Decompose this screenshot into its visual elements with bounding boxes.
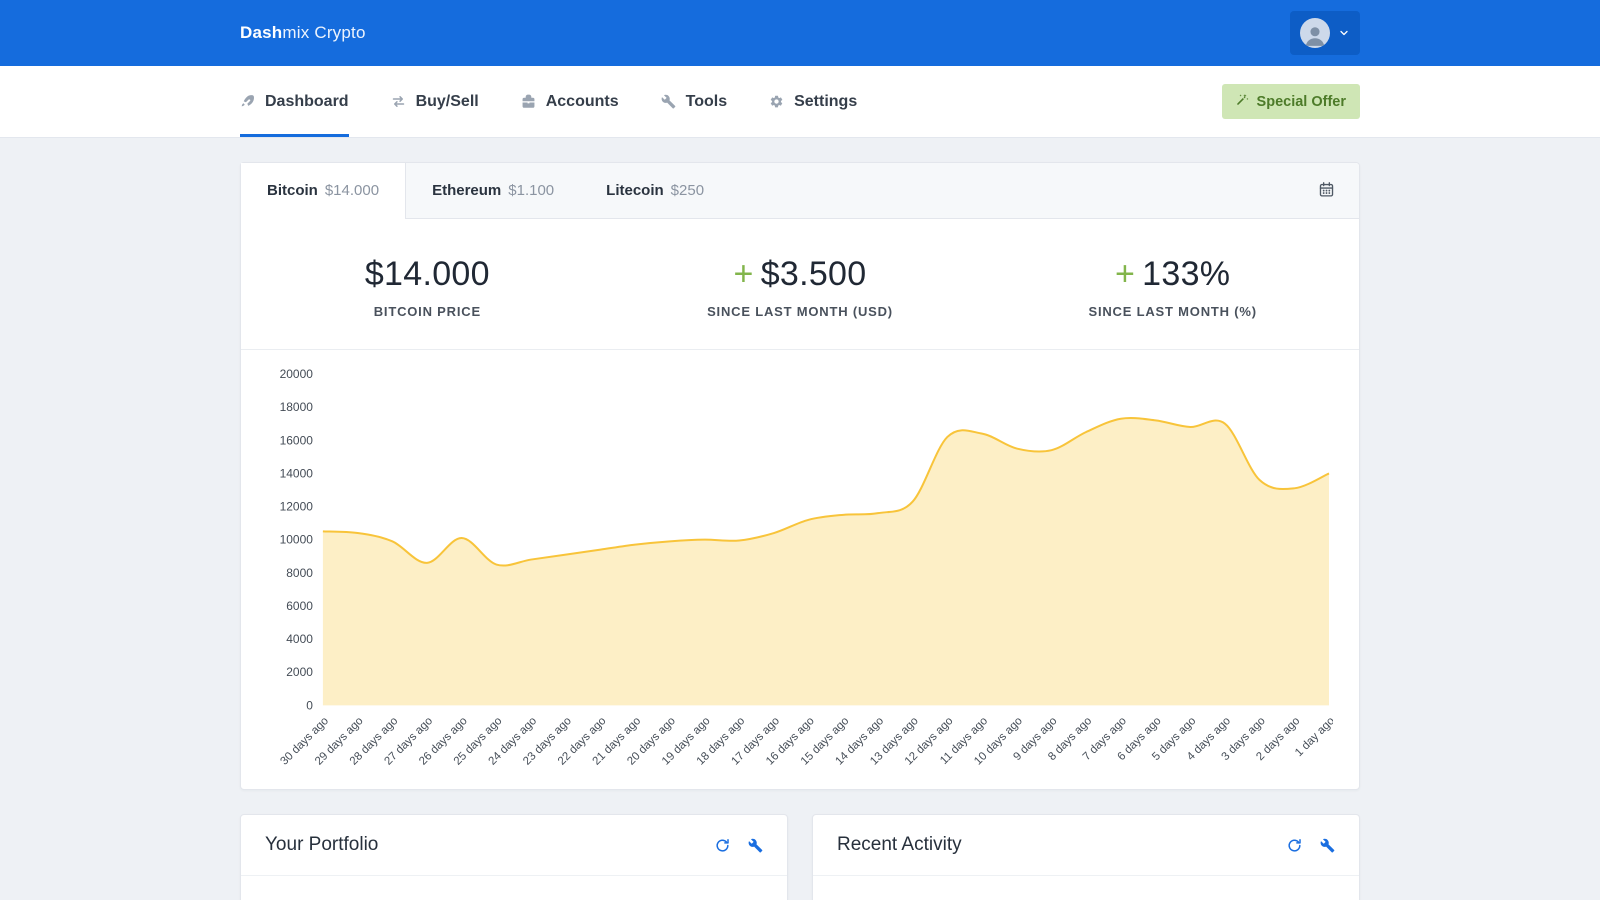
portfolio-panel-title: Your Portfolio	[265, 834, 378, 856]
nav-item-dashboard[interactable]: Dashboard	[240, 66, 349, 137]
briefcase-icon	[521, 94, 536, 109]
calendar-button[interactable]	[1294, 163, 1359, 218]
refresh-icon	[715, 838, 730, 853]
recent-activity-panel-title: Recent Activity	[837, 834, 962, 856]
avatar	[1300, 18, 1330, 48]
wrench-icon	[661, 94, 676, 109]
tab-bitcoin-price: $14.000	[325, 182, 379, 199]
svg-text:0: 0	[306, 698, 313, 712]
brand-bold: Dash	[240, 23, 282, 42]
svg-text:10000: 10000	[280, 533, 314, 547]
special-offer-button[interactable]: Special Offer	[1222, 84, 1360, 119]
stat-value: +$3.500	[614, 255, 987, 294]
market-card: Bitcoin $14.000 Ethereum $1.100 Litecoin…	[240, 162, 1360, 790]
nav-label-tools: Tools	[686, 93, 727, 111]
portfolio-panel-body	[241, 876, 787, 900]
stats-row: $14.000 BITCOIN PRICE +$3.500 SINCE LAST…	[241, 219, 1359, 350]
person-icon	[1302, 22, 1328, 48]
tab-ethereum-price: $1.100	[508, 182, 554, 199]
svg-text:20000: 20000	[280, 367, 314, 381]
brand-logo[interactable]: Dashmix Crypto	[240, 23, 366, 43]
stat-change-usd: +$3.500 SINCE LAST MONTH (USD)	[614, 255, 987, 319]
stat-value: $14.000	[241, 255, 614, 294]
gear-icon	[769, 94, 784, 109]
tab-ethereum[interactable]: Ethereum $1.100	[406, 163, 580, 218]
nav-item-settings[interactable]: Settings	[769, 66, 857, 137]
recent-activity-panel-body	[813, 876, 1359, 900]
nav-item-accounts[interactable]: Accounts	[521, 66, 619, 137]
calendar-icon	[1318, 181, 1335, 201]
recent-activity-panel: Recent Activity	[812, 814, 1360, 900]
user-menu-button[interactable]	[1290, 11, 1360, 55]
stat-change-percent: +133% SINCE LAST MONTH (%)	[986, 255, 1359, 319]
rocket-icon	[240, 94, 255, 109]
stat-label: SINCE LAST MONTH (USD)	[614, 304, 987, 319]
main-nav: Dashboard Buy/Sell Accounts Tools	[0, 66, 1600, 138]
tab-litecoin[interactable]: Litecoin $250	[580, 163, 730, 218]
svg-text:12000: 12000	[280, 500, 314, 514]
stat-label: BITCOIN PRICE	[241, 304, 614, 319]
nav-label-buy-sell: Buy/Sell	[416, 93, 479, 111]
swap-arrows-icon	[391, 94, 406, 109]
chevron-down-icon	[1338, 27, 1350, 39]
tab-ethereum-name: Ethereum	[432, 182, 501, 199]
nav-item-buy-sell[interactable]: Buy/Sell	[391, 66, 479, 137]
stat-bitcoin-price: $14.000 BITCOIN PRICE	[241, 255, 614, 319]
refresh-button[interactable]	[715, 838, 730, 853]
panel-settings-button[interactable]	[748, 838, 763, 853]
app-header: Dashmix Crypto	[0, 0, 1600, 66]
svg-text:4000: 4000	[286, 632, 313, 646]
svg-text:16000: 16000	[280, 433, 314, 447]
area-chart-canvas: 0 2000 4000 6000 8000 10000 12000 14000 16000 180…	[267, 366, 1333, 789]
special-offer-label: Special Offer	[1257, 94, 1346, 110]
refresh-button[interactable]	[1287, 838, 1302, 853]
plus-sign: +	[1115, 255, 1135, 293]
stat-label: SINCE LAST MONTH (%)	[986, 304, 1359, 319]
tab-bitcoin-name: Bitcoin	[267, 182, 318, 199]
nav-item-tools[interactable]: Tools	[661, 66, 727, 137]
svg-text:8000: 8000	[286, 566, 313, 580]
refresh-icon	[1287, 838, 1302, 853]
tab-litecoin-name: Litecoin	[606, 182, 664, 199]
svg-text:6000: 6000	[286, 599, 313, 613]
price-chart: 0 2000 4000 6000 8000 10000 12000 14000 16000 180…	[241, 350, 1359, 789]
wrench-icon	[748, 838, 763, 853]
plus-sign: +	[734, 255, 754, 293]
stat-value: +133%	[986, 255, 1359, 294]
portfolio-panel: Your Portfolio	[240, 814, 788, 900]
magic-wand-icon	[1236, 93, 1249, 110]
svg-text:18000: 18000	[280, 400, 314, 414]
nav-label-settings: Settings	[794, 93, 857, 111]
panel-settings-button[interactable]	[1320, 838, 1335, 853]
nav-label-accounts: Accounts	[546, 93, 619, 111]
tab-litecoin-price: $250	[671, 182, 704, 199]
wrench-icon	[1320, 838, 1335, 853]
coin-tabs: Bitcoin $14.000 Ethereum $1.100 Litecoin…	[241, 163, 1359, 219]
svg-text:14000: 14000	[280, 466, 314, 480]
brand-rest: mix Crypto	[282, 23, 365, 42]
nav-label-dashboard: Dashboard	[265, 93, 349, 111]
svg-text:2000: 2000	[286, 665, 313, 679]
tab-bitcoin[interactable]: Bitcoin $14.000	[241, 163, 406, 219]
